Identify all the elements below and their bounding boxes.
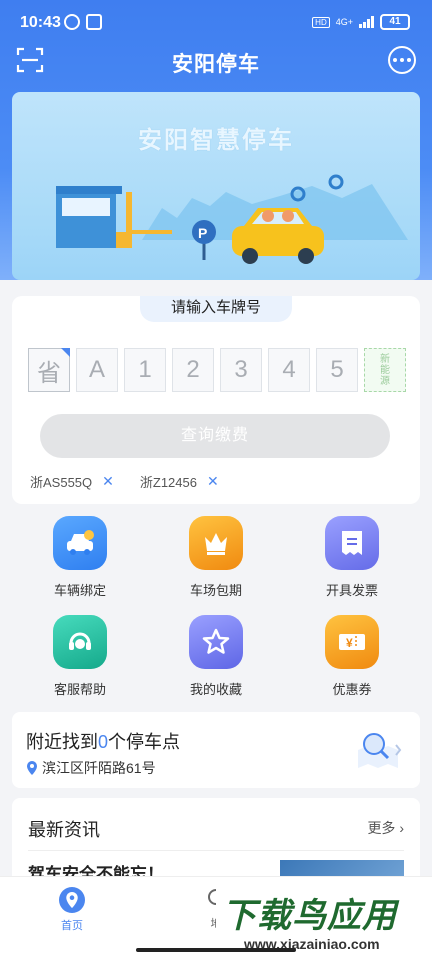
nav-home-label: 首页 — [61, 920, 83, 932]
signal-icon — [359, 16, 374, 28]
home-indicator — [136, 948, 296, 952]
title-bar: 安阳停车 — [0, 42, 432, 82]
func-label: 车场包期 — [189, 583, 242, 598]
recent-plate-item[interactable]: 浙AS555Q ✕ — [30, 472, 114, 491]
plate-box-char[interactable]: 1 — [124, 348, 166, 392]
battery-icon: 41 — [380, 14, 410, 30]
func-label: 车辆绑定 — [53, 583, 106, 598]
new-energy-char: 源 — [380, 375, 390, 387]
recent-plate-text[interactable]: 浙AS555Q — [30, 472, 92, 491]
plate-box-char[interactable]: 5 — [316, 348, 358, 392]
svg-text:P: P — [198, 225, 207, 241]
status-time: 10:43 — [20, 14, 61, 31]
watermark-main: 下载鸟应用 — [222, 897, 397, 935]
chevron-right-icon: › — [399, 820, 404, 836]
nearby-parking-card[interactable]: 附近找到0个停车点 滨江区阡陌路61号 — [12, 712, 420, 788]
nearby-count: 0 — [98, 732, 109, 752]
func-favorites[interactable]: 我的收藏 — [148, 615, 284, 698]
new-energy-char: 新 — [380, 353, 390, 365]
plate-box-new-energy[interactable]: 新 能 源 — [364, 348, 406, 392]
nearby-prefix: 附近找到 — [26, 732, 98, 752]
func-period-pass[interactable]: 车场包期 — [148, 516, 284, 599]
plate-number-input: 省 A 1 2 3 4 5 新 能 源 — [28, 348, 406, 392]
recent-plate-text[interactable]: 浙Z12456 — [140, 472, 197, 491]
plate-box-char[interactable]: A — [76, 348, 118, 392]
news-more-link[interactable]: 更多 › — [367, 818, 404, 838]
func-vehicle-bind[interactable]: 车辆绑定 — [12, 516, 148, 599]
nfc-icon — [86, 14, 102, 30]
parking-illustration: P — [56, 174, 408, 264]
recent-plate-item[interactable]: 浙Z12456 ✕ — [140, 472, 219, 491]
svg-text:¥: ¥ — [346, 636, 353, 650]
plate-box-char[interactable]: 3 — [220, 348, 262, 392]
status-right-group: HD 4G+ 41 — [312, 14, 410, 30]
alarm-icon — [64, 14, 80, 30]
remove-icon[interactable]: ✕ — [102, 473, 114, 490]
func-label: 开具发票 — [325, 583, 378, 598]
divider — [28, 850, 404, 851]
address-text: 滨江区阡陌路61号 — [42, 760, 156, 776]
hd-badge: HD — [312, 16, 330, 28]
new-energy-char: 能 — [380, 364, 390, 376]
status-notification-icons — [64, 14, 102, 30]
page-title: 安阳停车 — [172, 53, 260, 76]
func-invoice[interactable]: 开具发票 — [284, 516, 420, 599]
func-label: 我的收藏 — [189, 682, 242, 697]
more-options-icon[interactable] — [388, 46, 416, 74]
current-address: 滨江区阡陌路61号 — [26, 758, 156, 778]
func-label: 客服帮助 — [53, 682, 106, 697]
plate-box-char[interactable]: 2 — [172, 348, 214, 392]
nearby-suffix: 个停车点 — [108, 732, 181, 752]
function-grid: 车辆绑定 车场包期 开具发票 客服帮助 我的收藏 ¥ 优惠券 — [12, 516, 420, 698]
recent-plates: 浙AS555Q ✕ 浙Z12456 ✕ — [30, 472, 219, 491]
home-pin-icon — [59, 887, 85, 913]
status-bar: 10:43 HD 4G+ 41 — [0, 0, 432, 42]
location-pin-icon — [27, 761, 37, 775]
nav-home[interactable]: 首页 — [50, 887, 94, 933]
plate-input-label: 请输入车牌号 — [140, 296, 292, 322]
network-type: 4G+ — [335, 16, 353, 27]
invoice-icon — [325, 516, 379, 570]
more-label[interactable]: 更多 — [367, 820, 395, 836]
map-search-icon[interactable] — [354, 728, 402, 772]
func-coupons[interactable]: ¥ 优惠券 — [284, 615, 420, 698]
car-bind-icon — [53, 516, 107, 570]
coupon-icon: ¥ — [325, 615, 379, 669]
crown-icon — [189, 516, 243, 570]
star-icon — [189, 615, 243, 669]
news-title: 最新资讯 — [28, 820, 100, 840]
nearby-title: 附近找到0个停车点 — [26, 728, 180, 754]
query-pay-button[interactable]: 查询缴费 — [40, 414, 390, 458]
remove-icon[interactable]: ✕ — [207, 473, 219, 490]
func-customer-service[interactable]: 客服帮助 — [12, 615, 148, 698]
headset-icon — [53, 615, 107, 669]
func-label: 优惠券 — [332, 682, 372, 697]
plate-box-province[interactable]: 省 — [28, 348, 70, 392]
plate-box-char[interactable]: 4 — [268, 348, 310, 392]
promo-banner: 安阳智慧停车 P — [12, 92, 420, 280]
